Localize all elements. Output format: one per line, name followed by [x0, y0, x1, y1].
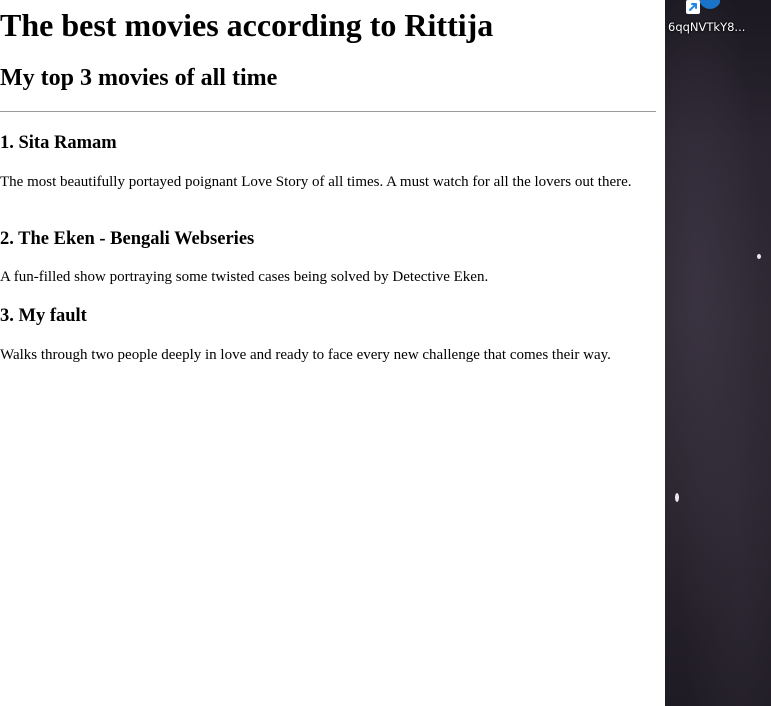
desktop-background: 6qqNVTkY8...	[665, 0, 771, 706]
desktop-shortcut-label: 6qqNVTkY8...	[668, 20, 746, 34]
movie-title-2: 2. The Eken - Bengali Webseries	[0, 229, 255, 249]
page-title: The best movies according to Rittija	[0, 7, 494, 43]
wallpaper-speck	[757, 254, 761, 259]
wallpaper-speck	[675, 493, 679, 502]
movie-description-3: Walks through two people deeply in love …	[0, 347, 611, 363]
movie-description-1: The most beautifully portayed poignant L…	[0, 174, 632, 190]
desktop-wallpaper	[665, 0, 771, 706]
page-subtitle: My top 3 movies of all time	[0, 65, 278, 91]
edge-browser-shortcut-icon	[686, 0, 720, 14]
desktop-shortcut[interactable]: 6qqNVTkY8...	[665, 0, 771, 40]
movie-title-1: 1. Sita Ramam	[0, 133, 117, 153]
divider	[0, 111, 656, 112]
movie-description-2: A fun-filled show portraying some twiste…	[0, 269, 489, 285]
movie-title-3: 3. My fault	[0, 306, 87, 326]
browser-page: The best movies according to Rittija My …	[0, 0, 665, 706]
